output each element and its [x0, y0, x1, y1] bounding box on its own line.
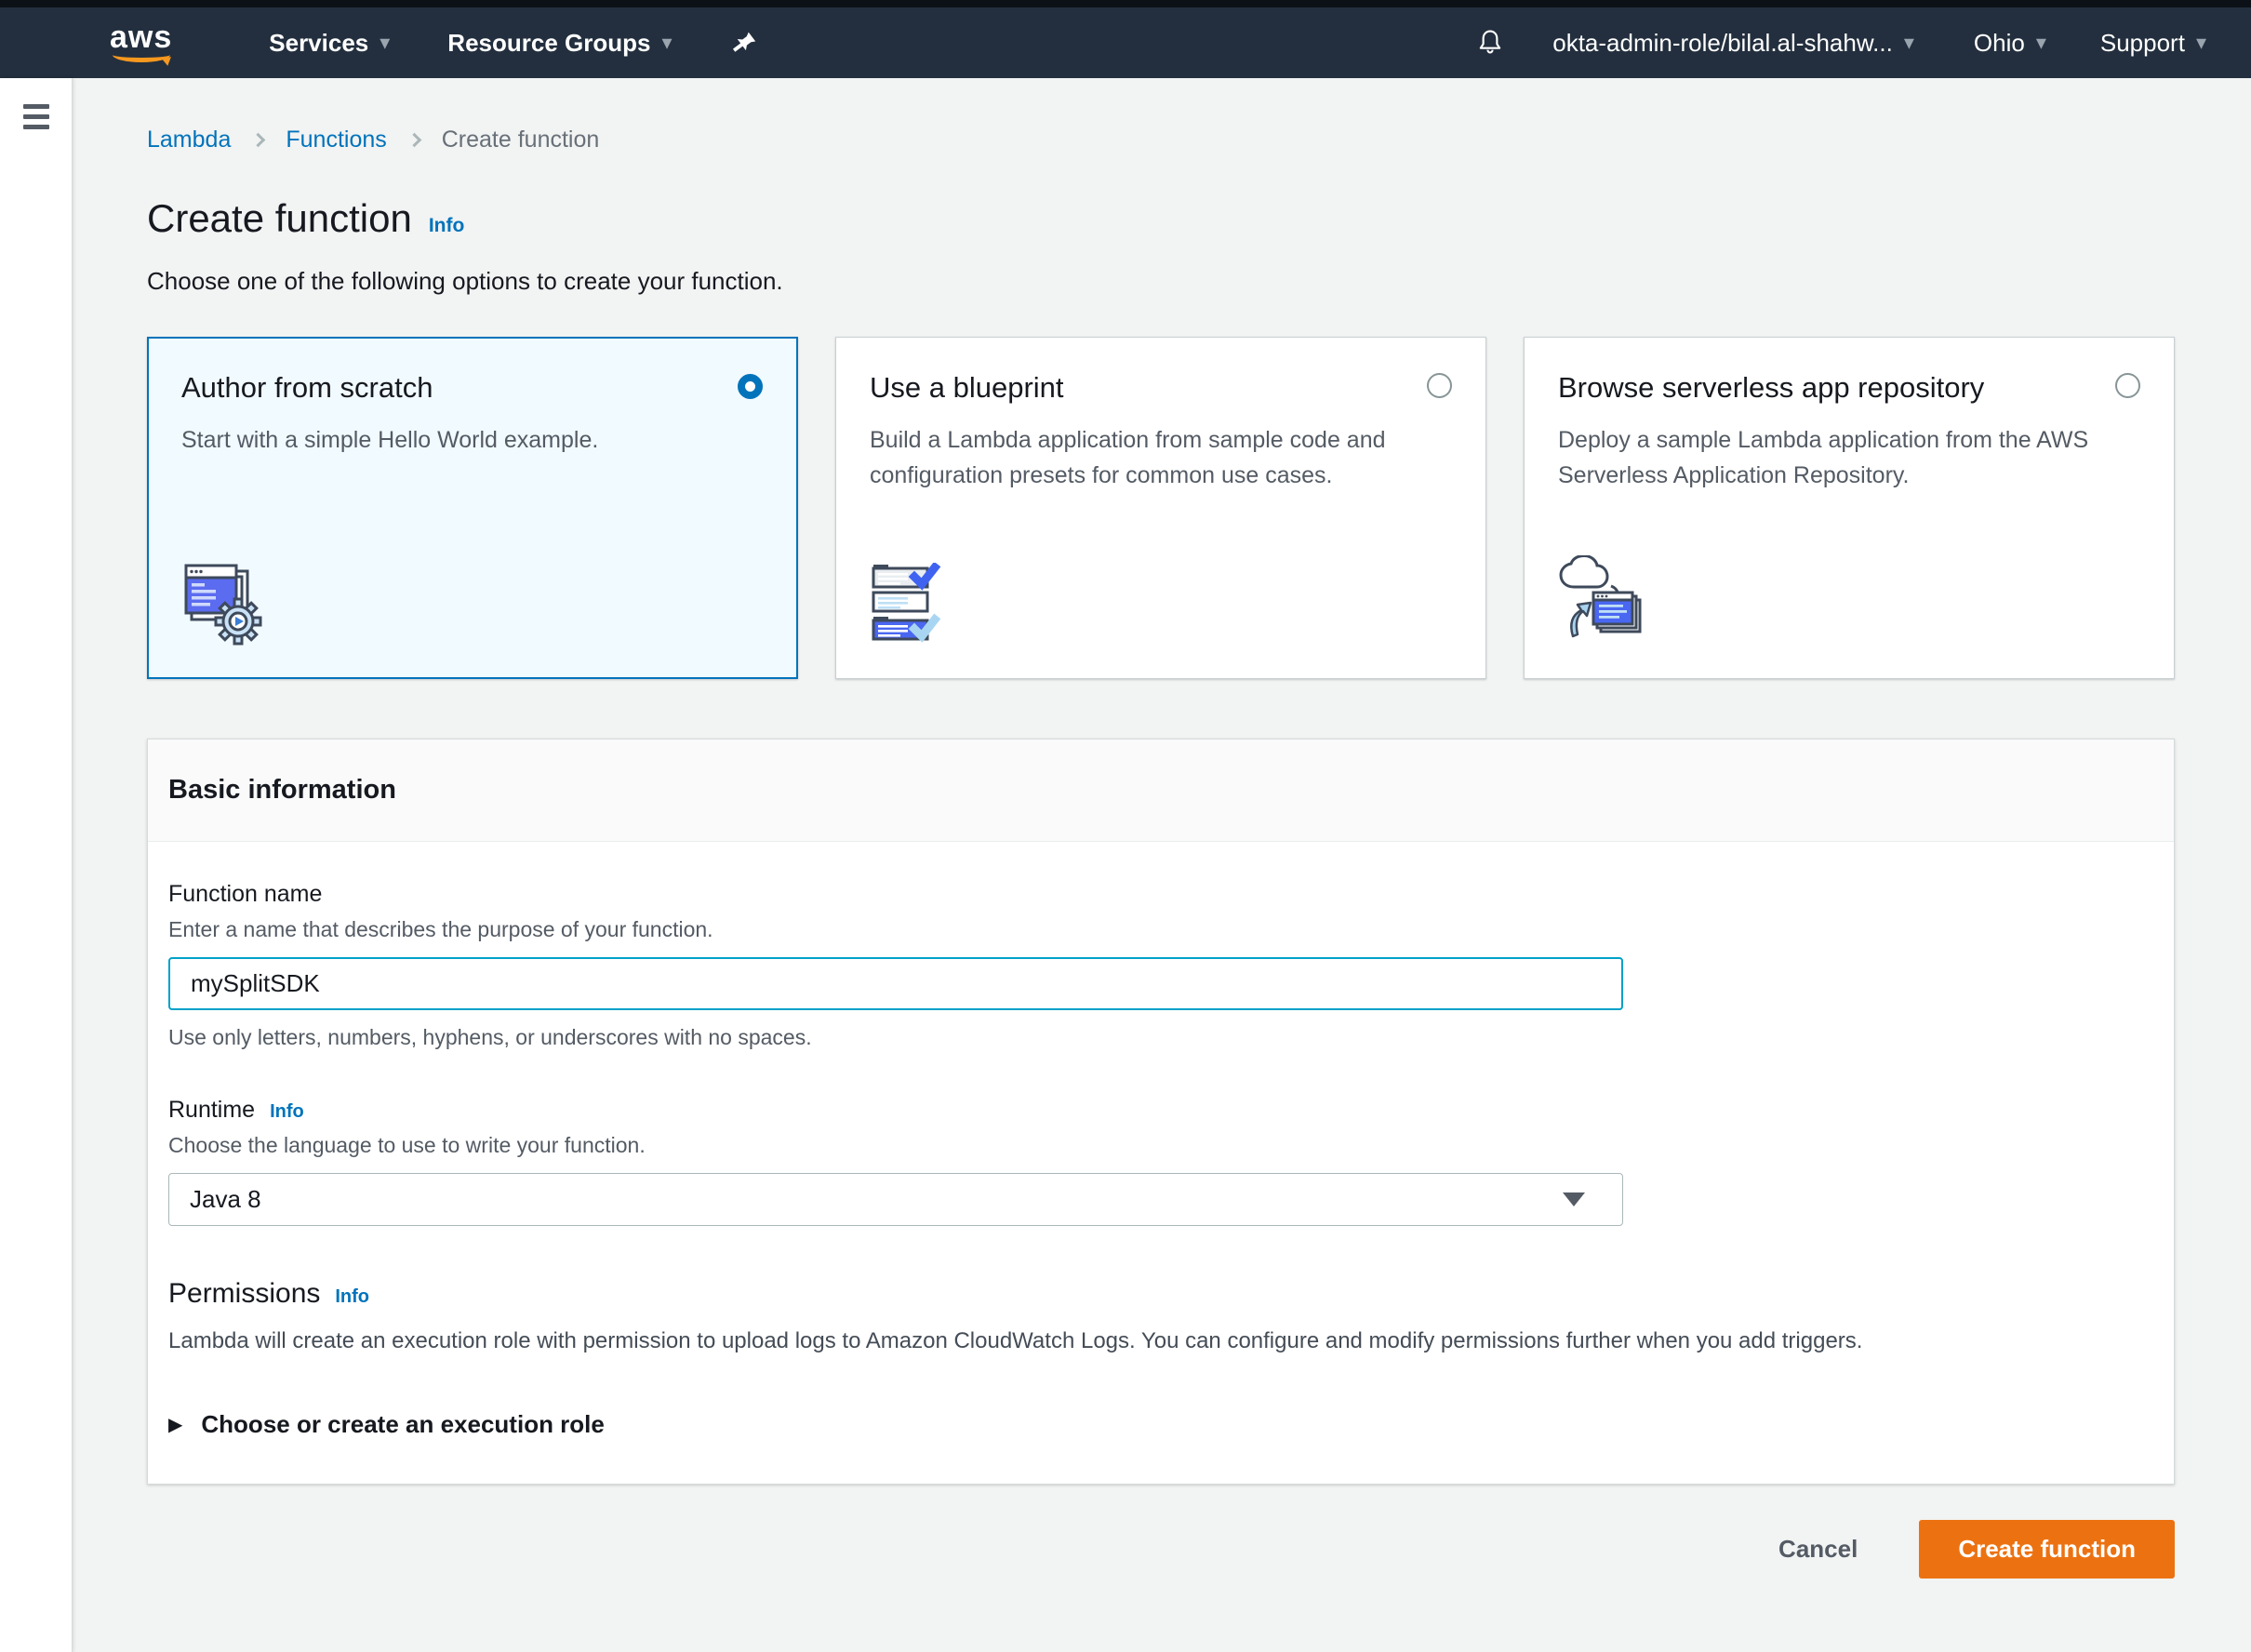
bell-icon [1474, 27, 1506, 59]
runtime-select[interactable]: Java 8 [168, 1173, 1623, 1226]
notifications-button[interactable] [1474, 27, 1506, 59]
support-menu[interactable]: Support ▾ [2100, 29, 2206, 58]
function-name-input[interactable] [168, 957, 1623, 1010]
card-use-a-blueprint[interactable]: Use a blueprint Build a Lambda applicati… [835, 337, 1486, 679]
breadcrumb-current: Create function [442, 127, 600, 153]
author-from-scratch-icon [182, 562, 268, 647]
breadcrumb-functions[interactable]: Functions [286, 127, 386, 153]
nav-services-label: Services [269, 29, 368, 58]
caret-down-icon [1563, 1192, 1585, 1206]
footer-actions: Cancel Create function [147, 1520, 2175, 1579]
card-title: Browse serverless app repository [1558, 371, 2140, 405]
radio-unselected-icon[interactable] [1427, 373, 1452, 398]
panel-title: Basic information [168, 775, 2153, 806]
title-info-link[interactable]: Info [429, 215, 464, 237]
card-description: Start with a simple Hello World example. [181, 423, 764, 459]
function-name-label: Function name [168, 881, 2153, 908]
panel-header: Basic information [148, 739, 2174, 842]
chevron-down-icon: ▾ [661, 31, 672, 55]
card-browse-serverless-app-repository[interactable]: Browse serverless app repository Deploy … [1524, 337, 2175, 679]
breadcrumb-lambda[interactable]: Lambda [147, 127, 231, 153]
chevron-right-icon [251, 133, 266, 148]
account-label: okta-admin-role/bilal.al-shahw... [1552, 29, 1893, 58]
blueprint-icon [870, 563, 963, 648]
execution-role-expander-label: Choose or create an execution role [201, 1410, 604, 1439]
permissions-description: Lambda will create an execution role wit… [168, 1328, 2153, 1354]
page-title: Create function [147, 196, 412, 241]
chevron-down-icon: ▾ [1904, 31, 1914, 55]
runtime-label: Runtime [168, 1097, 255, 1124]
function-name-description: Enter a name that describes the purpose … [168, 917, 2153, 942]
menu-icon[interactable] [23, 104, 49, 129]
runtime-description: Choose the language to use to write your… [168, 1133, 2153, 1158]
aws-logo-swoosh-icon [113, 47, 170, 62]
card-author-from-scratch[interactable]: Author from scratch Start with a simple … [147, 337, 798, 679]
basic-information-panel: Basic information Function name Enter a … [147, 739, 2175, 1485]
region-label: Ohio [1974, 29, 2025, 58]
permissions-label: Permissions [168, 1278, 320, 1310]
navbar-right-group: okta-admin-role/bilal.al-shahw... ▾ Ohio… [1474, 27, 2218, 59]
chevron-down-icon: ▾ [2196, 31, 2206, 55]
execution-role-expander[interactable]: ▶ Choose or create an execution role [168, 1410, 2153, 1439]
card-description: Build a Lambda application from sample c… [870, 423, 1452, 493]
caret-right-icon: ▶ [168, 1413, 182, 1436]
support-label: Support [2100, 29, 2185, 58]
cancel-button[interactable]: Cancel [1778, 1535, 1858, 1564]
radio-selected-icon[interactable] [738, 374, 763, 399]
panel-body: Function name Enter a name that describe… [148, 842, 2174, 1484]
browser-top-strip [0, 0, 2251, 7]
main-content: Lambda Functions Create function Create … [73, 78, 2251, 1652]
runtime-info-link[interactable]: Info [270, 1101, 304, 1123]
region-menu[interactable]: Ohio ▾ [1974, 29, 2046, 58]
chevron-down-icon: ▾ [2036, 31, 2046, 55]
collapsed-sidebar [0, 78, 73, 1652]
radio-unselected-icon[interactable] [2115, 373, 2140, 398]
runtime-selected-value: Java 8 [190, 1185, 261, 1214]
creation-option-cards: Author from scratch Start with a simple … [147, 337, 2175, 679]
account-menu[interactable]: okta-admin-role/bilal.al-shahw... ▾ [1552, 29, 1914, 58]
pin-shortcut-button[interactable] [730, 29, 758, 57]
aws-logo[interactable]: aws [110, 23, 172, 62]
function-name-hint: Use only letters, numbers, hyphens, or u… [168, 1025, 2153, 1050]
chevron-down-icon: ▾ [380, 31, 390, 55]
nav-resource-groups-label: Resource Groups [447, 29, 650, 58]
nav-resource-groups-menu[interactable]: Resource Groups ▾ [447, 29, 672, 58]
nav-services-menu[interactable]: Services ▾ [269, 29, 390, 58]
card-title: Use a blueprint [870, 371, 1452, 405]
card-description: Deploy a sample Lambda application from … [1558, 423, 2140, 493]
page-subtitle: Choose one of the following options to c… [147, 267, 2175, 296]
permissions-info-link[interactable]: Info [335, 1286, 369, 1308]
create-function-button[interactable]: Create function [1919, 1520, 2175, 1579]
card-title: Author from scratch [181, 371, 764, 405]
serverless-app-repository-icon [1558, 555, 1651, 648]
aws-top-navbar: aws Services ▾ Resource Groups ▾ okta-ad… [0, 7, 2251, 78]
breadcrumb: Lambda Functions Create function [147, 127, 2175, 153]
chevron-right-icon [406, 133, 421, 148]
pushpin-icon [730, 29, 758, 57]
